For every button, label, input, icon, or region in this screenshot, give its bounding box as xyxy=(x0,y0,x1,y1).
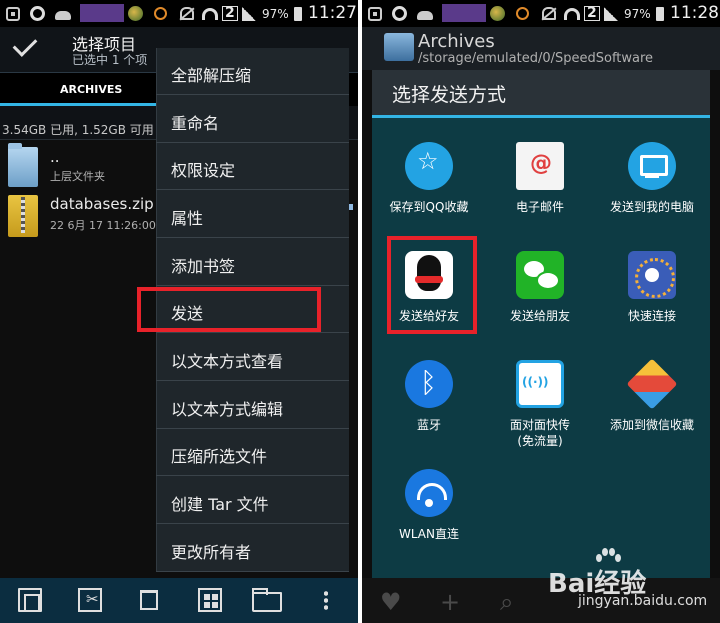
cut-icon[interactable] xyxy=(78,588,102,612)
option-label[interactable]: 电子邮件 xyxy=(484,199,596,215)
search-icon[interactable]: ⌕ xyxy=(500,588,513,616)
status-bar: 2 97% 11:27 xyxy=(0,0,358,27)
right-screen: 2 97% 11:28 Archives /storage/emulated/0… xyxy=(362,0,720,623)
email-icon[interactable] xyxy=(516,142,564,190)
menu-item-bookmark[interactable]: 添加书签 xyxy=(156,239,349,286)
screenshot-pair: 2 97% 11:27 选择项目 已选中 1 个项 ARCHIVES 3.54G… xyxy=(0,0,720,623)
cloud-icon xyxy=(417,6,433,21)
menu-item-compress[interactable]: 压缩所选文件 xyxy=(156,429,349,476)
ball-icon xyxy=(128,6,143,21)
option-label[interactable]: 发送到我的电脑 xyxy=(596,199,708,215)
battery-icon xyxy=(294,6,302,21)
signal-icon xyxy=(242,6,256,21)
clock: 11:28 xyxy=(670,3,719,23)
file-sub-parent: 上层文件夹 xyxy=(50,170,105,183)
file-name-parent[interactable]: .. xyxy=(50,148,60,166)
qq-favorite-icon[interactable] xyxy=(405,142,453,190)
favorite-icon[interactable]: ♥ xyxy=(380,588,402,616)
left-screen: 2 97% 11:27 选择项目 已选中 1 个项 ARCHIVES 3.54G… xyxy=(0,0,358,623)
signal-icon xyxy=(604,6,618,21)
send-to-pc-icon[interactable] xyxy=(628,142,676,190)
zip-file-icon xyxy=(8,195,38,237)
ball-icon xyxy=(490,6,505,21)
option-label[interactable]: 保存到QQ收藏 xyxy=(373,199,485,215)
option-label[interactable]: 面对面快传 xyxy=(484,417,596,433)
quick-connect-icon[interactable] xyxy=(628,251,676,299)
folder-open-icon[interactable] xyxy=(252,588,282,612)
tab-archives[interactable]: ARCHIVES xyxy=(60,83,122,96)
add-icon[interactable]: + xyxy=(440,588,460,616)
menu-item-extract-all[interactable]: 全部解压缩 xyxy=(156,48,349,95)
option-label[interactable]: WLAN直连 xyxy=(373,526,485,542)
circle-icon xyxy=(516,6,529,21)
action-subtitle: 已选中 1 个项 xyxy=(72,53,148,67)
highlight-box-qq xyxy=(387,236,477,334)
watermark-url: jingyan.baidu.com xyxy=(578,593,708,609)
option-label[interactable]: 快速连接 xyxy=(596,308,708,324)
app-title: Archives xyxy=(418,31,495,52)
file-name-zip[interactable]: databases.zip xyxy=(50,195,154,213)
sim-icon: 2 xyxy=(222,6,238,21)
mute-icon xyxy=(180,6,194,21)
bluetooth-icon[interactable] xyxy=(405,360,453,408)
menu-item-view-text[interactable]: 以文本方式查看 xyxy=(156,334,349,381)
circle-icon xyxy=(154,6,167,21)
option-label[interactable]: 发送给朋友 xyxy=(484,308,596,324)
redacted-area xyxy=(442,4,486,22)
overflow-menu-icon[interactable] xyxy=(324,590,328,610)
wechat-icon[interactable] xyxy=(516,251,564,299)
app-icon xyxy=(384,33,414,61)
option-label[interactable]: 添加到微信收藏 xyxy=(596,417,708,433)
file-sub-zip: 22 6月 17 11:26:00 xyxy=(50,219,156,232)
clock: 11:27 xyxy=(308,3,357,23)
select-all-icon[interactable] xyxy=(198,588,222,612)
option-label[interactable]: 蓝牙 xyxy=(373,417,485,433)
folder-icon xyxy=(8,143,38,187)
wifi-icon xyxy=(202,6,218,21)
menu-item-permissions[interactable]: 权限设定 xyxy=(156,143,349,190)
battery-percent: 97% xyxy=(624,6,651,21)
dialog-title: 选择发送方式 xyxy=(392,84,507,106)
menu-item-change-owner[interactable]: 更改所有者 xyxy=(156,525,349,572)
battery-percent: 97% xyxy=(262,6,289,21)
redacted-area xyxy=(80,4,124,22)
menu-item-edit-text[interactable]: 以文本方式编辑 xyxy=(156,382,349,429)
cloud-icon xyxy=(55,6,71,21)
highlight-box-send xyxy=(137,287,321,332)
q-icon xyxy=(30,6,45,21)
app-notify-icon xyxy=(368,6,382,21)
q-icon xyxy=(392,6,407,21)
menu-item-rename[interactable]: 重命名 xyxy=(156,96,349,143)
trash-icon[interactable] xyxy=(140,590,158,610)
face-to-face-icon[interactable] xyxy=(516,360,564,408)
menu-item-create-tar[interactable]: 创建 Tar 文件 xyxy=(156,477,349,524)
bottom-toolbar xyxy=(0,578,358,623)
menu-item-properties[interactable]: 属性 xyxy=(156,191,349,238)
current-path: /storage/emulated/0/SpeedSoftware xyxy=(418,51,654,66)
mute-icon xyxy=(542,6,556,21)
status-bar: 2 97% 11:28 xyxy=(362,0,720,27)
option-label-sub: (免流量) xyxy=(517,434,563,448)
wifi-icon xyxy=(564,6,580,21)
sim-icon: 2 xyxy=(584,6,600,21)
app-notify-icon xyxy=(6,6,20,21)
battery-icon xyxy=(656,6,664,21)
wlan-direct-icon[interactable] xyxy=(405,469,453,517)
copy-icon[interactable] xyxy=(18,588,42,612)
storage-text: 3.54GB 已用, 1.52GB 可用 xyxy=(2,123,154,137)
